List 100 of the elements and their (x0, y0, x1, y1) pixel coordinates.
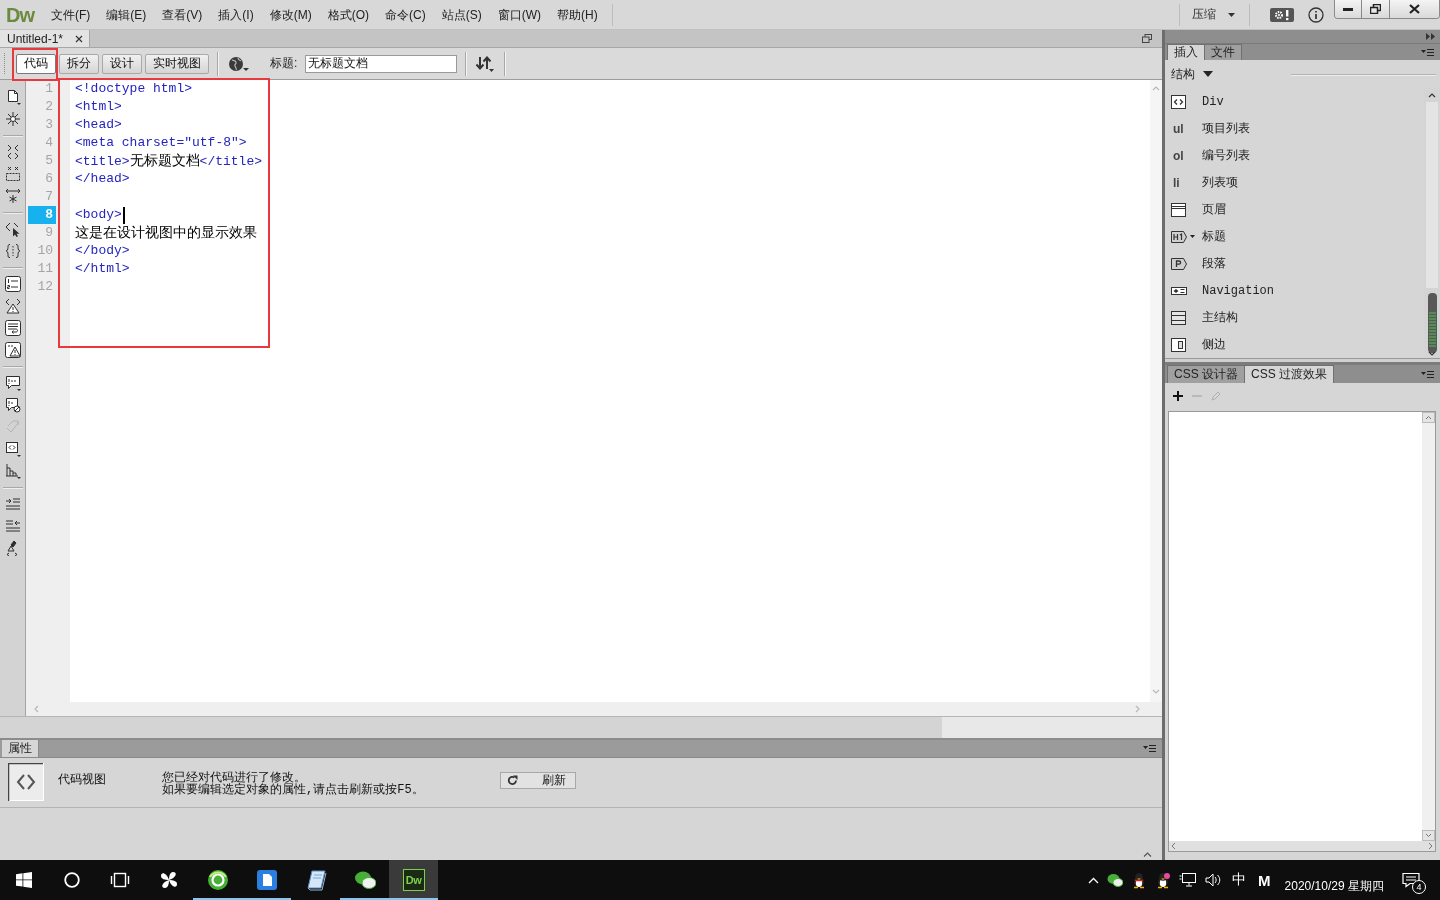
collapse-icon[interactable] (1143, 852, 1152, 857)
panel-menu-icon[interactable] (1421, 369, 1434, 379)
menu-item[interactable]: 修改(M) (261, 4, 320, 25)
close-icon (1409, 4, 1420, 14)
plus-icon[interactable] (1173, 391, 1183, 401)
circle-icon (64, 872, 80, 888)
close-button[interactable] (1390, 0, 1439, 18)
notebook-icon (304, 869, 327, 891)
workspace-switcher[interactable]: 压缩 (1186, 3, 1243, 26)
panel-tab[interactable]: 插入 (1167, 44, 1205, 60)
panel-tab[interactable]: CSS 设计器 (1167, 365, 1245, 383)
menu-item[interactable]: 站点(S) (433, 4, 490, 25)
document-tab[interactable]: Untitled-1* (0, 30, 90, 47)
insert-item[interactable]: 页眉 (1165, 196, 1424, 223)
category-dropdown[interactable]: 结构 (1171, 65, 1213, 83)
view-button[interactable]: 实时视图 (145, 53, 209, 74)
caret-icon (1228, 12, 1235, 17)
info-icon[interactable] (1308, 6, 1324, 23)
view-button[interactable]: 拆分 (59, 53, 99, 74)
menu-item[interactable]: 文件(F) (43, 4, 99, 25)
close-icon[interactable] (75, 34, 83, 43)
task-view-icon (110, 872, 130, 888)
layout-icon (1171, 309, 1187, 326)
insert-item[interactable]: 侧边 (1165, 331, 1424, 358)
panel-menu-icon[interactable] (1421, 47, 1434, 57)
app-tile-icon: Dw (402, 869, 425, 891)
insert-item[interactable]: li 列表项 (1165, 169, 1424, 196)
taskbar-app[interactable]: Dw (389, 860, 438, 900)
line-wrap-icon[interactable] (4, 320, 21, 336)
double-arrow-icon[interactable] (4, 188, 21, 204)
line-number: 7 (44, 188, 54, 206)
indent-icon[interactable] (4, 496, 21, 512)
view-button[interactable]: 代码 (16, 53, 56, 74)
monitor-icon[interactable] (1179, 872, 1198, 888)
tag-abbreviation: ol (1172, 148, 1184, 163)
insert-item[interactable]: ol 编号列表 (1165, 142, 1424, 169)
minimize-button[interactable] (1335, 0, 1362, 18)
minimize-icon (1343, 7, 1353, 11)
code-box-icon[interactable] (4, 441, 21, 457)
globe-icon[interactable] (228, 55, 250, 72)
panel-menu-icon[interactable] (1143, 744, 1156, 753)
tag-abbreviation: ul (1172, 121, 1184, 136)
title-field[interactable]: 无标题文档 (305, 54, 458, 73)
speaker-icon[interactable] (1205, 872, 1223, 888)
menu-item[interactable]: 帮助(H) (549, 4, 606, 25)
clock-date[interactable]: 2020/10/29 星期四 (1276, 878, 1392, 900)
heading-tag-icon (1171, 228, 1187, 245)
scrollbar[interactable] (1150, 80, 1162, 702)
penguin-icon[interactable] (1155, 871, 1172, 889)
chat-bubbles-icon[interactable] (1107, 873, 1124, 887)
scrollbar[interactable] (1169, 841, 1435, 851)
notification-count: 4 (1412, 880, 1426, 894)
scrollbar[interactable] (26, 702, 1162, 716)
warning-icon[interactable] (4, 298, 21, 314)
cursor-icon[interactable] (4, 221, 21, 237)
braces-icon[interactable] (4, 243, 21, 259)
notification-icon[interactable] (1402, 872, 1420, 888)
bar-chart-icon[interactable] (4, 463, 21, 479)
bubble-blocked-icon[interactable] (4, 397, 21, 413)
sort-icon[interactable] (475, 55, 496, 72)
code-line: <meta charset="utf-8"> (75, 134, 247, 152)
insert-item[interactable]: 标题 (1165, 223, 1424, 250)
scrollbar[interactable] (1422, 412, 1435, 841)
double-arrow-icon[interactable] (1426, 33, 1435, 40)
title-label: 标题: (270, 55, 298, 72)
menu-item[interactable]: 命令(C) (377, 4, 434, 25)
numbered-list-icon[interactable] (4, 276, 21, 292)
menu-item[interactable]: 窗口(W) (489, 4, 549, 25)
restore-icon[interactable] (1142, 34, 1152, 43)
restore-button[interactable] (1362, 0, 1390, 18)
outdent-icon[interactable] (4, 518, 21, 534)
insert-item[interactable]: 段落 (1165, 250, 1424, 277)
document-tile-icon (255, 869, 278, 891)
settings-icon[interactable] (1270, 7, 1294, 22)
code-line: <html> (75, 98, 122, 116)
speech-bubble-icon[interactable] (4, 375, 21, 391)
panel-tab[interactable]: 文件 (1204, 44, 1242, 60)
insert-item[interactable]: ul 项目列表 (1165, 115, 1424, 142)
insert-item[interactable]: Navigation (1165, 277, 1424, 304)
chevron-up-icon[interactable] (1088, 876, 1100, 884)
warning-box-icon[interactable] (4, 342, 21, 358)
input-method[interactable]: 中 (1226, 871, 1253, 889)
line-number: 11 (36, 260, 54, 278)
menu-item[interactable]: 编辑(E) (98, 4, 155, 25)
grip-handle[interactable] (3, 52, 6, 75)
insert-item[interactable]: 主结构 (1165, 304, 1424, 331)
menu-item[interactable]: 格式(O) (319, 4, 377, 25)
input-mode[interactable]: M (1252, 871, 1277, 889)
panel-tab[interactable]: CSS 过渡效果 (1244, 365, 1335, 383)
view-button[interactable]: 设计 (102, 53, 142, 74)
dashed-box-icon[interactable] (4, 166, 21, 182)
menu-item[interactable]: 查看(V) (154, 4, 211, 25)
asterisk-icon[interactable] (4, 111, 21, 127)
message-text: 您已经对代码进行了修改。 (162, 772, 307, 784)
ring-logo-icon (206, 869, 229, 891)
panel-tab[interactable]: 属性 (2, 740, 39, 757)
panel-splitter[interactable] (1165, 358, 1440, 365)
refresh-button[interactable]: 刷新 (500, 772, 576, 789)
menu-item[interactable]: 插入(I) (210, 4, 262, 25)
insert-item[interactable]: Div (1165, 88, 1424, 115)
